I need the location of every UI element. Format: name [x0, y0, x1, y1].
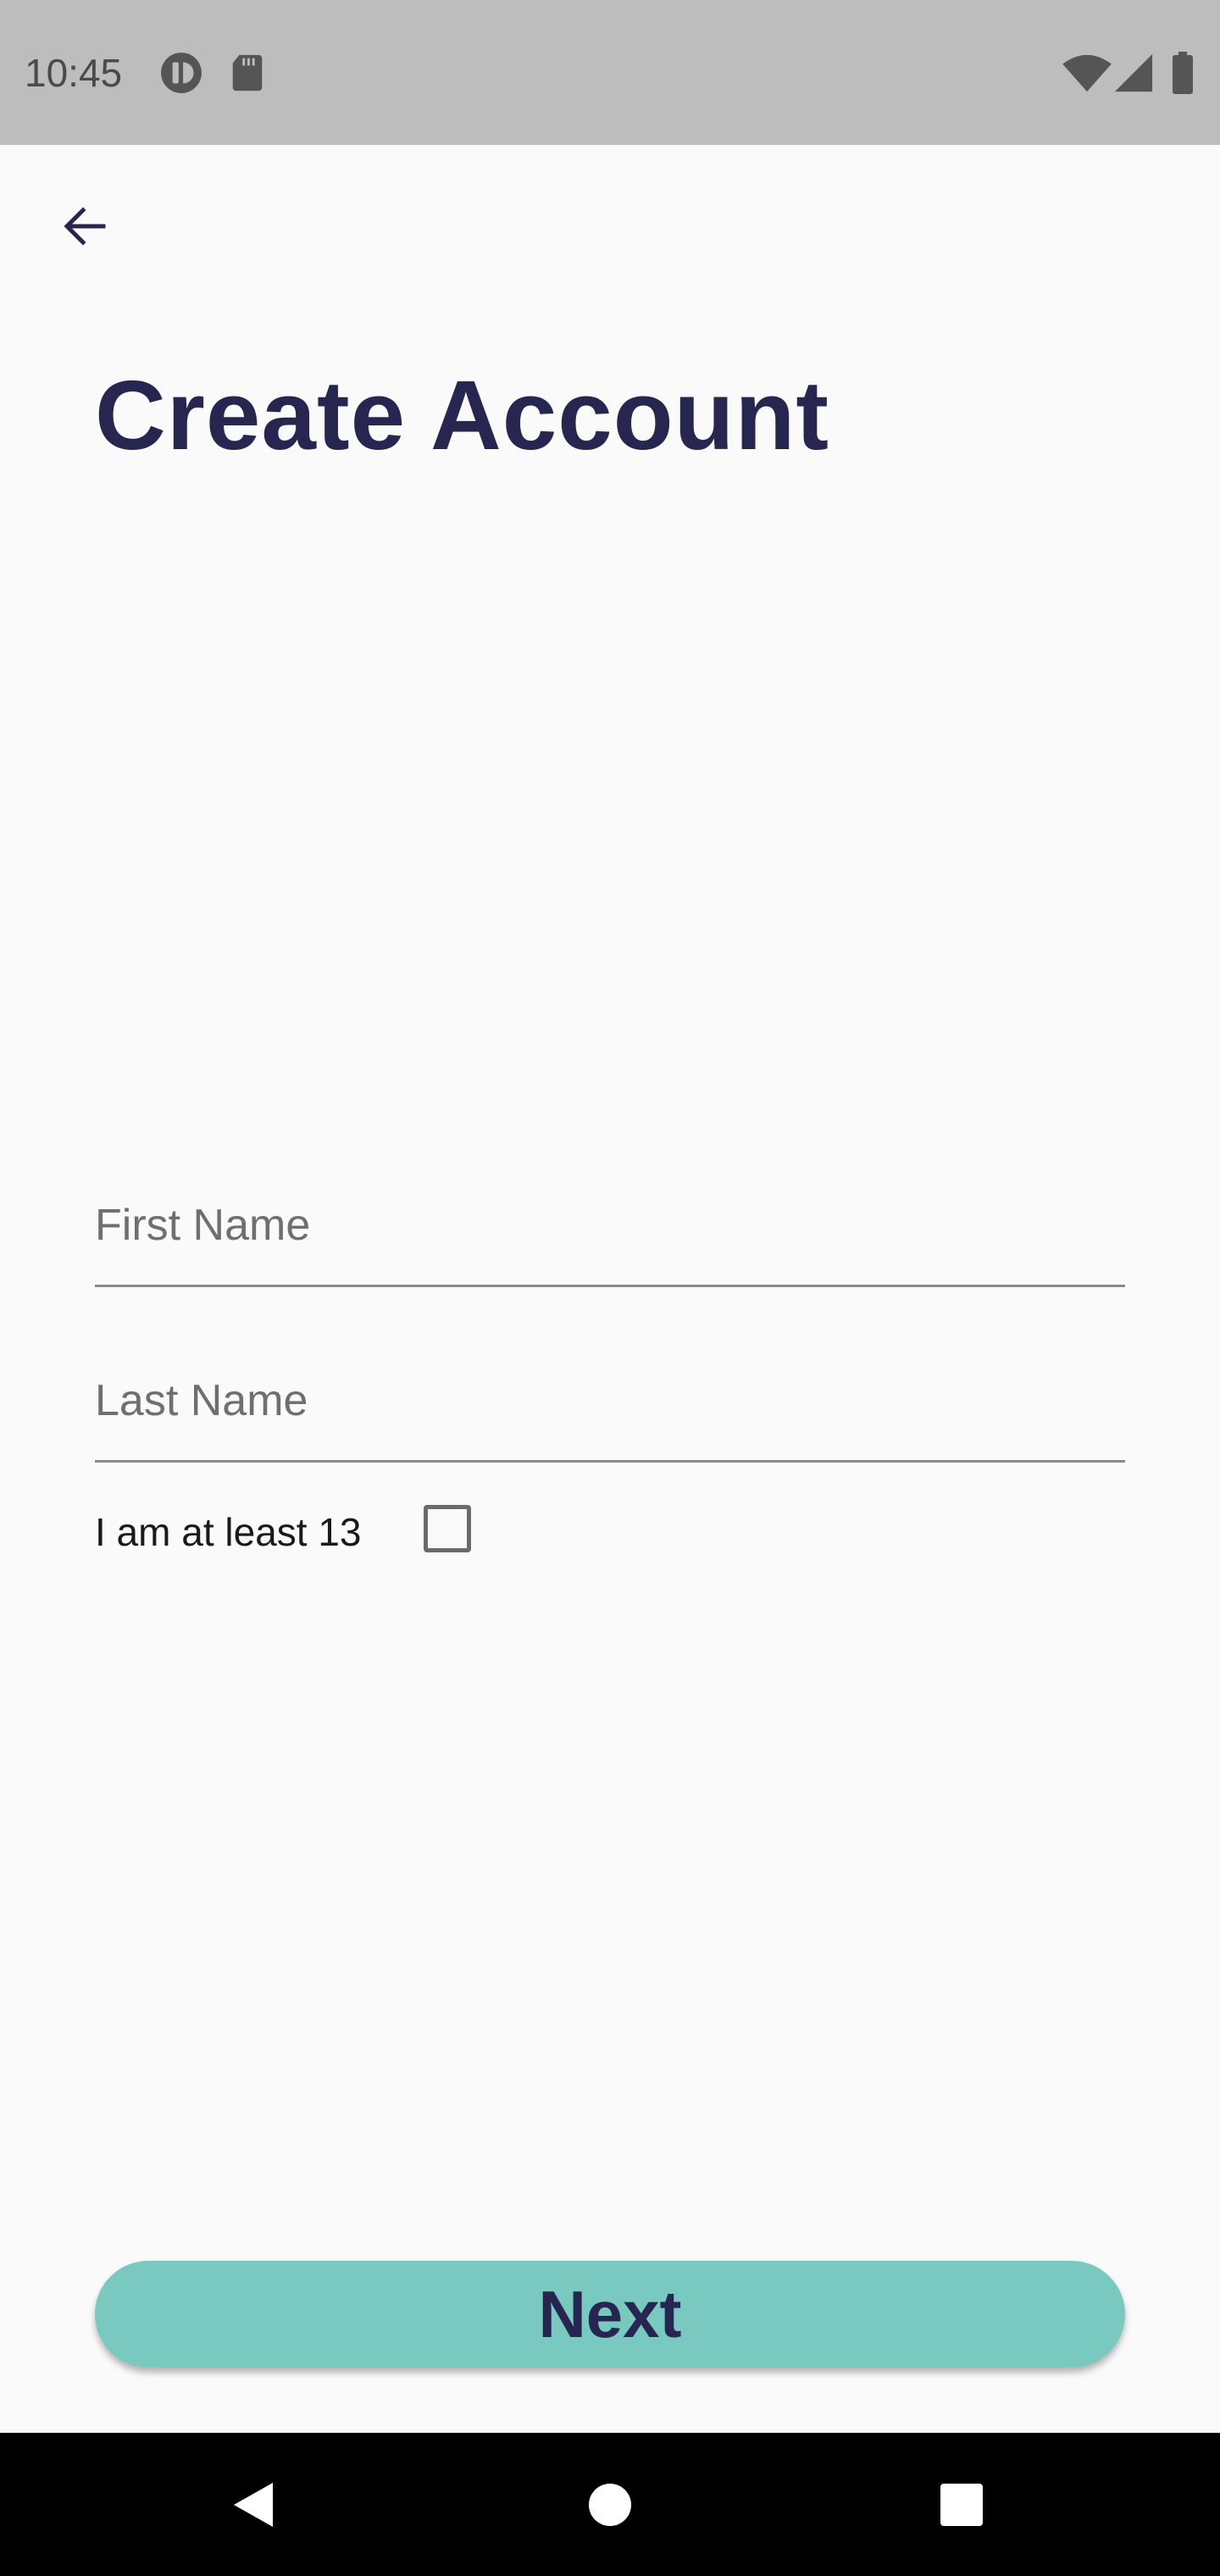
arrow-back-icon [64, 207, 106, 246]
nav-back-icon [234, 2483, 273, 2527]
first-name-field[interactable] [95, 1183, 1125, 1287]
status-bar: 10:45 [0, 0, 1220, 145]
cell-signal-icon [1114, 53, 1153, 92]
data-saver-icon [161, 53, 202, 93]
sd-card-icon [232, 54, 263, 92]
first-name-input[interactable] [95, 1200, 1125, 1251]
last-name-input[interactable] [95, 1375, 1125, 1426]
next-button[interactable]: Next [95, 2261, 1125, 2368]
page-title: Create Account [95, 360, 830, 470]
nav-recents-button[interactable] [923, 2467, 1000, 2543]
system-nav-bar [0, 2433, 1220, 2576]
battery-icon [1173, 52, 1193, 94]
back-button[interactable] [42, 184, 127, 269]
age-confirm-label: I am at least 13 [95, 1510, 362, 1554]
last-name-field[interactable] [95, 1358, 1125, 1463]
nav-back-button[interactable] [216, 2467, 292, 2543]
app-bar [0, 145, 1220, 314]
status-time: 10:45 [25, 51, 123, 95]
nav-recents-icon [940, 2484, 983, 2526]
nav-home-icon [589, 2484, 631, 2526]
nav-home-button[interactable] [572, 2467, 648, 2543]
wifi-icon [1062, 54, 1112, 92]
age-confirm-checkbox[interactable] [424, 1505, 471, 1552]
